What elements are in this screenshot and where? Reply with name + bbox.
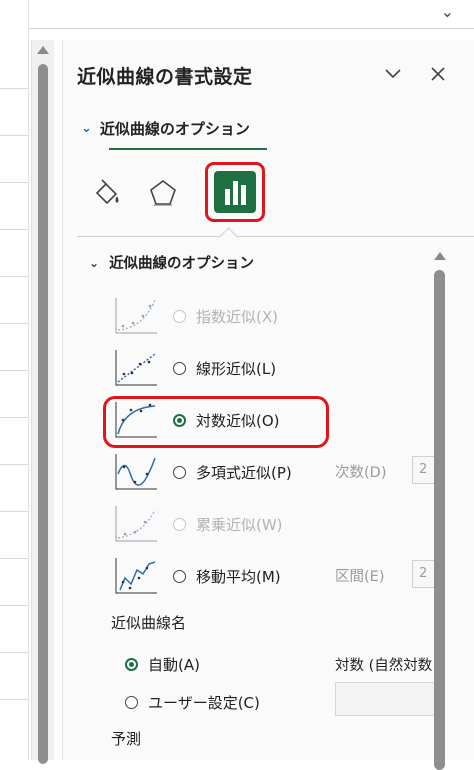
formula-bar-area — [0, 0, 474, 29]
trend-option-label: 多項式近似(P) — [196, 463, 292, 482]
format-trendline-pane: 近似曲線の書式設定 ⌄ 近似曲線のオプション ⌄ 近似曲線のオプション 指数近似… — [62, 40, 474, 770]
trend-option-polynomial[interactable]: 多項式近似(P) — [113, 450, 292, 494]
name-option-label: ユーザー設定(C) — [148, 694, 260, 712]
trendline-options-button[interactable] — [205, 162, 265, 222]
section-trendline-options[interactable]: ⌄ 近似曲線のオプション — [89, 252, 254, 273]
order-label: 次数(D) — [335, 465, 387, 481]
period-label: 区間(E) — [335, 569, 385, 585]
moving-average-chart-icon — [115, 558, 157, 594]
grid-line — [0, 229, 28, 230]
section-divider — [77, 236, 474, 237]
grid-line — [0, 652, 28, 653]
chevron-down-icon: ⌄ — [81, 121, 92, 136]
icon-bar — [240, 185, 246, 205]
chevron-down-icon: ⌄ — [89, 255, 100, 270]
tab-trendline-options[interactable]: ⌄ 近似曲線のオプション — [81, 118, 250, 139]
trend-option-label: 指数近似(X) — [196, 307, 278, 326]
section-label: 近似曲線のオプション — [109, 256, 255, 272]
fill-line-icon — [95, 179, 119, 205]
name-option-custom[interactable]: ユーザー設定(C) — [125, 692, 260, 713]
trend-option-label: 累乗近似(W) — [196, 515, 283, 534]
pane-title: 近似曲線の書式設定 — [77, 66, 253, 88]
selection-highlight — [103, 396, 329, 448]
grid-line — [0, 605, 28, 606]
chevron-down-icon[interactable]: ⌄ — [441, 2, 454, 21]
radio-polynomial[interactable] — [173, 465, 186, 479]
automatic-name-value: 対数 (自然対数) — [335, 658, 433, 674]
grid-line — [0, 699, 28, 700]
selected-category-pointer — [219, 227, 238, 246]
scroll-up-arrow-icon[interactable] — [434, 252, 446, 260]
icon-bar — [224, 189, 230, 205]
sheet-vertical-scrollbar[interactable] — [31, 40, 54, 764]
grid-line — [0, 558, 28, 559]
close-icon — [431, 67, 445, 81]
grid-line — [0, 88, 28, 89]
effects-pentagon-icon — [150, 180, 176, 206]
pane-close-button[interactable] — [424, 60, 452, 88]
pane-vertical-scrollbar[interactable] — [431, 248, 449, 770]
spreadsheet-grid — [0, 0, 29, 760]
effects-button[interactable] — [135, 165, 191, 221]
grid-line — [0, 135, 28, 136]
custom-name-input[interactable] — [335, 682, 435, 716]
trend-option-label: 線形近似(L) — [196, 359, 277, 378]
fill-line-button[interactable] — [79, 165, 135, 221]
radio-exponential[interactable] — [173, 309, 186, 323]
grid-line — [0, 511, 28, 512]
grid-line — [0, 464, 28, 465]
chevron-down-icon — [385, 69, 401, 79]
radio-moving-average[interactable] — [173, 569, 186, 583]
scrollbar-thumb[interactable] — [38, 64, 48, 764]
trend-option-label: 移動平均(M) — [196, 567, 281, 586]
window-top-bar: ⌄ — [0, 0, 474, 40]
grid-line — [0, 182, 28, 183]
grid-line — [0, 417, 28, 418]
trendline-options-icon — [214, 171, 256, 213]
radio-linear[interactable] — [173, 361, 186, 375]
forecast-header: 予測 — [111, 730, 142, 748]
trend-option-power[interactable]: 累乗近似(W) — [113, 502, 283, 546]
trendline-name-header: 近似曲線名 — [111, 614, 187, 632]
icon-bar — [232, 181, 238, 205]
tab-label: 近似曲線のオプション — [99, 120, 250, 138]
power-chart-icon — [115, 506, 157, 542]
grid-line — [0, 370, 28, 371]
trend-option-exponential[interactable]: 指数近似(X) — [113, 294, 278, 338]
grid-line — [0, 323, 28, 324]
scrollbar-thumb[interactable] — [434, 270, 445, 770]
polynomial-chart-icon — [115, 454, 157, 490]
exponential-chart-icon — [115, 298, 157, 334]
name-option-automatic[interactable]: 自動(A) — [125, 654, 200, 675]
grid-line — [0, 276, 28, 277]
radio-power[interactable] — [173, 517, 186, 531]
trend-option-linear[interactable]: 線形近似(L) — [113, 346, 276, 390]
trend-option-moving-average[interactable]: 移動平均(M) — [113, 554, 281, 598]
radio-custom[interactable] — [125, 696, 138, 709]
name-option-label: 自動(A) — [148, 656, 200, 674]
scroll-up-arrow-icon[interactable] — [37, 46, 49, 54]
radio-automatic[interactable] — [125, 658, 138, 671]
linear-chart-icon — [115, 350, 157, 386]
pane-options-button[interactable] — [379, 60, 407, 88]
tab-active-underline — [109, 148, 267, 150]
